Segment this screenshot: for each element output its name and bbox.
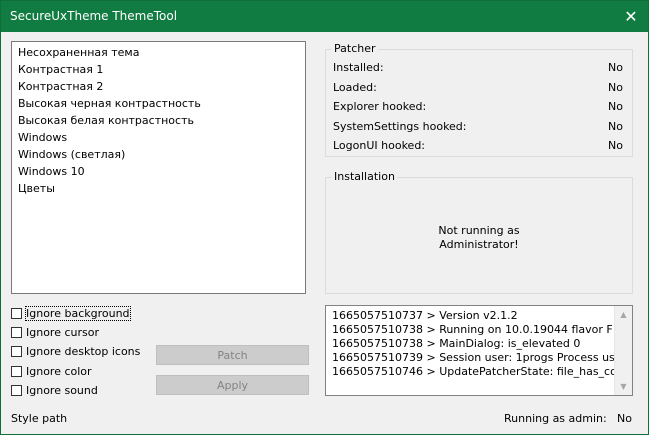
list-item[interactable]: Контрастная 1 xyxy=(18,63,103,76)
checkbox-box[interactable] xyxy=(11,326,22,338)
list-item[interactable]: Высокая черная контрастность xyxy=(18,97,201,110)
patcher-row-label: Installed: xyxy=(333,61,384,74)
ignore-desktop-icons-checkbox[interactable]: Ignore desktop icons xyxy=(11,343,140,359)
checkbox-label: Ignore background xyxy=(25,305,131,321)
list-item[interactable]: Windows 10 xyxy=(18,165,85,178)
log-line: 1665057510737 > Version v2.1.2 xyxy=(332,309,518,322)
scroll-down-icon[interactable]: ▼ xyxy=(615,378,632,395)
close-icon[interactable]: ✕ xyxy=(614,1,648,32)
apply-button[interactable]: Apply xyxy=(156,375,309,395)
checkbox-label: Ignore sound xyxy=(26,383,98,397)
patcher-title: Patcher xyxy=(332,42,378,55)
log-line: 1665057510738 > Running on 10.0.19044 fl… xyxy=(332,323,613,336)
checkbox-label: Ignore color xyxy=(26,364,92,378)
patcher-row-value: No xyxy=(608,81,623,94)
patcher-row-value: No xyxy=(608,100,623,113)
list-item[interactable]: Несохраненная тема xyxy=(18,46,139,59)
installation-group: Installation Not running as Administrato… xyxy=(325,170,633,294)
checkbox-box[interactable] xyxy=(11,384,22,396)
patcher-row-label: Explorer hooked: xyxy=(333,100,427,113)
patcher-row-label: Loaded: xyxy=(333,81,377,94)
patcher-row-label: SystemSettings hooked: xyxy=(333,120,467,133)
log-line: 1665057510746 > UpdatePatcherState: file… xyxy=(332,365,633,378)
app-window: SecureUxTheme ThemeTool ✕ Несохраненная … xyxy=(0,0,649,435)
scroll-up-icon[interactable]: ▲ xyxy=(615,306,632,323)
title-bar[interactable]: SecureUxTheme ThemeTool ✕ xyxy=(1,1,648,32)
admin-status-label: Running as admin: xyxy=(504,412,607,425)
installation-message: Not running as Administrator! xyxy=(326,224,632,252)
admin-status-value: No xyxy=(617,412,632,425)
patcher-row-value: No xyxy=(608,61,623,74)
log-line: 1665057510739 > Session user: 1progs Pro… xyxy=(332,351,632,364)
patcher-group: Patcher Installed: No Loaded: No Explore… xyxy=(325,42,633,157)
ignore-sound-checkbox[interactable]: Ignore sound xyxy=(11,382,98,398)
style-path-label: Style path xyxy=(11,412,68,425)
window-title: SecureUxTheme ThemeTool xyxy=(10,9,178,23)
checkbox-box[interactable] xyxy=(11,307,22,319)
log-line: 1665057510738 > MainDialog: is_elevated … xyxy=(332,337,581,350)
patcher-row-value: No xyxy=(608,139,623,152)
patcher-row-label: LogonUI hooked: xyxy=(333,139,426,152)
list-item[interactable]: Цветы xyxy=(18,182,55,195)
theme-list[interactable]: Несохраненная тема Контрастная 1 Контрас… xyxy=(11,41,306,294)
list-item[interactable]: Высокая белая контрастность xyxy=(18,114,194,127)
patch-button[interactable]: Patch xyxy=(156,345,309,365)
list-item[interactable]: Контрастная 2 xyxy=(18,80,103,93)
checkbox-box[interactable] xyxy=(11,345,22,357)
checkbox-box[interactable] xyxy=(11,365,22,377)
patcher-row-value: No xyxy=(608,120,623,133)
list-item[interactable]: Windows xyxy=(18,131,67,144)
ignore-cursor-checkbox[interactable]: Ignore cursor xyxy=(11,324,99,340)
ignore-background-checkbox[interactable]: Ignore background xyxy=(11,305,131,321)
checkbox-label: Ignore desktop icons xyxy=(26,344,141,358)
installation-message-line: Not running as xyxy=(438,224,520,237)
ignore-color-checkbox[interactable]: Ignore color xyxy=(11,363,92,379)
installation-message-line: Administrator! xyxy=(439,238,519,251)
installation-title: Installation xyxy=(332,170,397,183)
log-box[interactable]: 1665057510737 > Version v2.1.2 166505751… xyxy=(325,305,633,396)
log-scrollbar[interactable]: ▲ ▼ xyxy=(614,306,632,395)
checkbox-label: Ignore cursor xyxy=(26,325,99,339)
list-item[interactable]: Windows (светлая) xyxy=(18,148,125,161)
